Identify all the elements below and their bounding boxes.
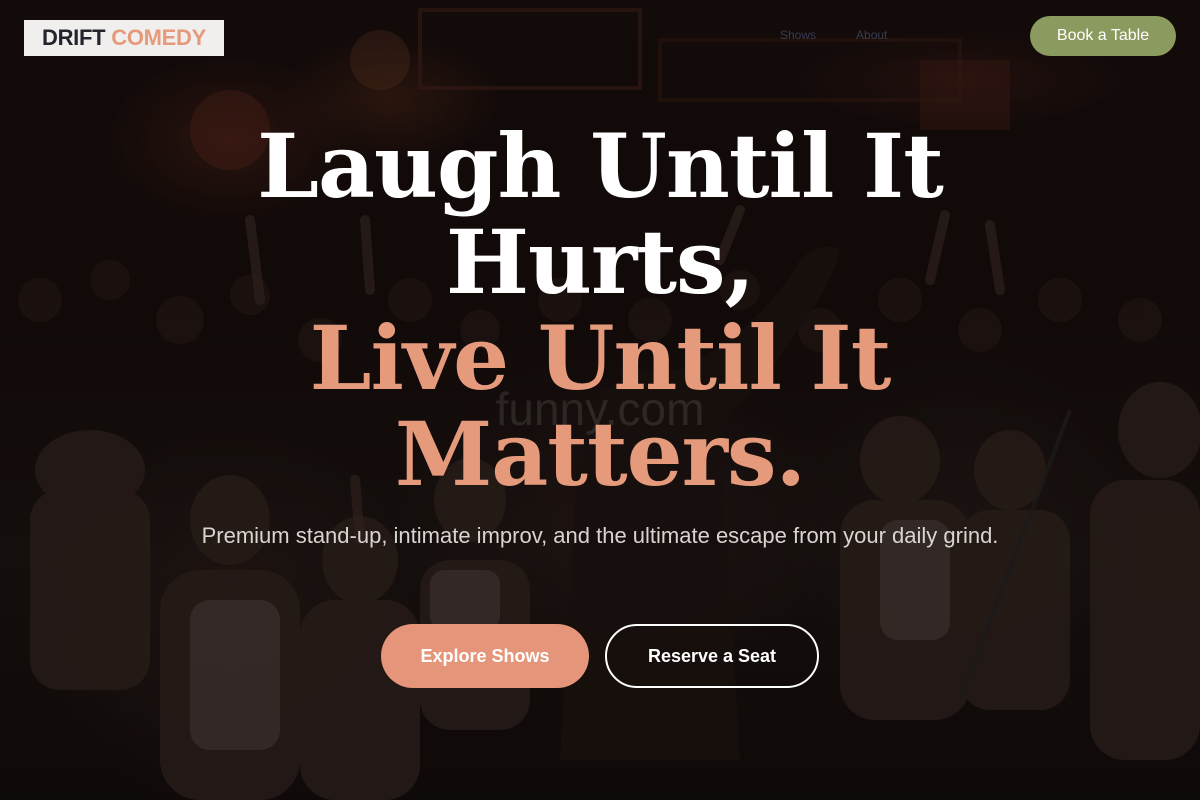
reserve-seat-button[interactable]: Reserve a Seat [605, 624, 819, 688]
nav-item-shows[interactable]: Shows [780, 28, 816, 42]
logo-word-drift: DRIFT [41, 25, 106, 50]
logo-word-comedy: COMEDY [111, 25, 207, 50]
hero-headline: Laugh Until It Hurts, Live Until It Matt… [0, 118, 1200, 502]
headline-line-2: Hurts, [445, 210, 755, 314]
brand-logo[interactable]: DRIFT COMEDY [24, 20, 224, 56]
watermark-text: funny.com [495, 383, 705, 435]
headline-line-1: Laugh Until It [257, 114, 944, 218]
book-table-button[interactable]: Book a Table [1030, 16, 1176, 56]
nav-item-about[interactable]: About [856, 28, 887, 42]
hero-subtitle: Premium stand-up, intimate improv, and t… [201, 523, 999, 548]
main-nav: Shows About [780, 28, 887, 42]
explore-shows-button[interactable]: Explore Shows [381, 624, 589, 688]
